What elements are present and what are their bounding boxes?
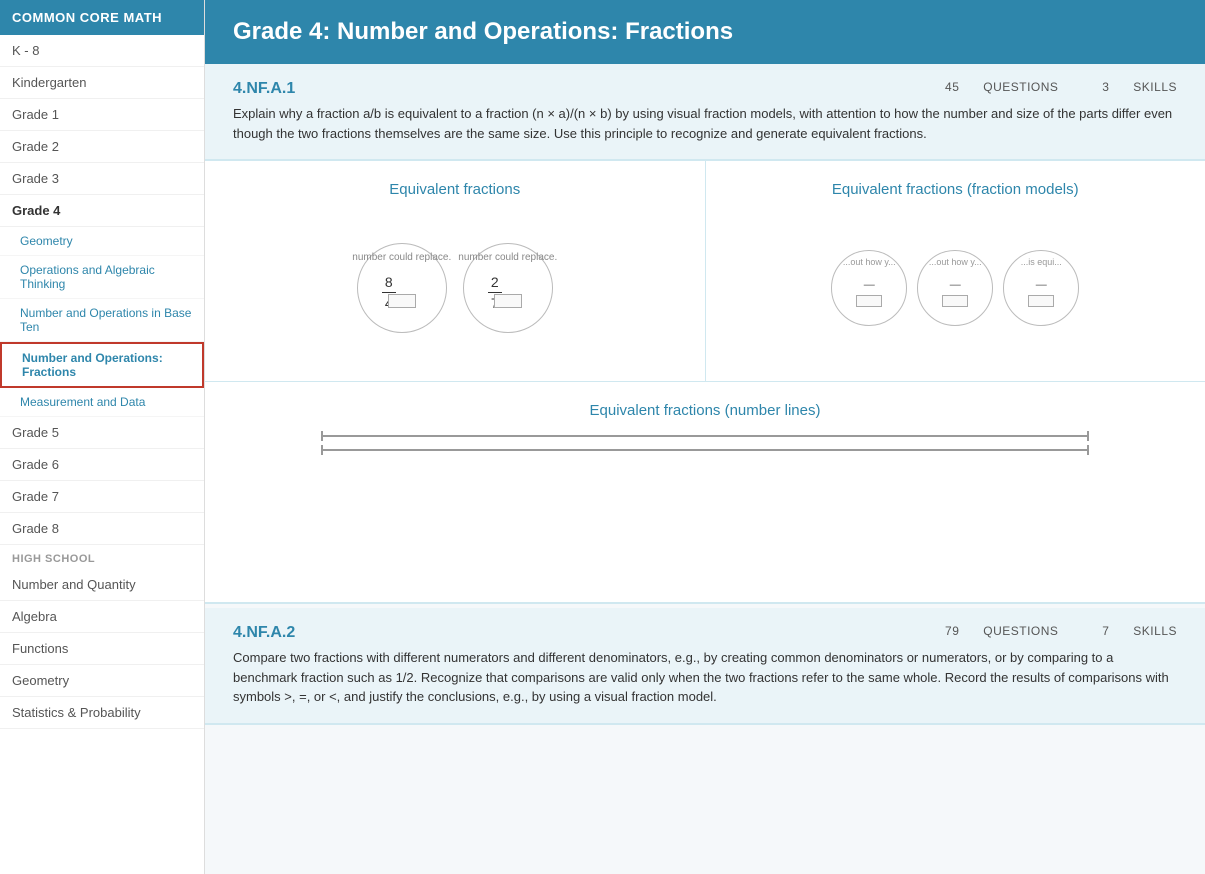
page-header: Grade 4: Number and Operations: Fraction… (205, 0, 1205, 64)
sm-frac2: — (950, 279, 961, 291)
skill-card-eq-fraction-models[interactable]: Equivalent fractions (fraction models) .… (706, 161, 1205, 381)
sm-ans3[interactable] (1028, 295, 1054, 307)
fraction-circle-1: number could replace. 8 4 (357, 243, 447, 333)
sm-frac3: — (1036, 279, 1047, 291)
sidebar-item-grade8[interactable]: Grade 8 (0, 513, 204, 545)
sidebar-item-number-fractions[interactable]: Number and Operations: Fractions (0, 342, 204, 388)
questions-number: 45 (945, 80, 959, 94)
standard-id-4nfa1[interactable]: 4.NF.A.1 45 QUESTIONS 3 SKILLS (233, 80, 1177, 98)
sidebar-item-hs-geometry[interactable]: Geometry (0, 665, 204, 697)
sm-circle-2: ...out how y... — (917, 250, 993, 326)
frac2-line (488, 292, 502, 293)
sidebar-item-grade2[interactable]: Grade 2 (0, 131, 204, 163)
skills-grid-4nfa1: Equivalent fractions number could replac… (205, 161, 1205, 604)
sm-circle2-label: ...out how y... (929, 257, 982, 267)
skills-count: 3 SKILLS (1082, 80, 1177, 94)
sidebar-item-number-quantity[interactable]: Number and Quantity (0, 569, 204, 601)
page-title: Grade 4: Number and Operations: Fraction… (233, 18, 1177, 46)
skill-preview-eq-fractions: number could replace. 8 4 number could r… (357, 214, 553, 361)
skill-card-eq-fractions[interactable]: Equivalent fractions number could replac… (205, 161, 705, 381)
sm-circle1-label: ...out how y... (843, 257, 896, 267)
sidebar-header: COMMON CORE MATH (0, 0, 204, 35)
sm-circle-3: ...is equi... — (1003, 250, 1079, 326)
sidebar-item-grade4[interactable]: Grade 4 (0, 195, 204, 227)
sidebar-item-k8[interactable]: K - 8 (0, 35, 204, 67)
standard-id-4nfa2-text: 4.NF.A.2 (233, 624, 295, 641)
sidebar-item-operations-algebraic[interactable]: Operations and Algebraic Thinking (0, 256, 204, 299)
sm-ans2[interactable] (942, 295, 968, 307)
standard-meta-4nfa1: 45 QUESTIONS 3 SKILLS (905, 80, 1177, 94)
questions-count-2: 79 QUESTIONS (925, 624, 1058, 638)
sidebar-item-number-base-ten[interactable]: Number and Operations in Base Ten (0, 299, 204, 342)
standard-desc-4nfa1: Explain why a fraction a/b is equivalent… (233, 104, 1177, 143)
skill-preview-fraction-models: ...out how y... — ...out how y... — (831, 214, 1079, 361)
skill-title-eq-fraction-models: Equivalent fractions (fraction models) (832, 181, 1079, 198)
standard-id-text: 4.NF.A.1 (233, 80, 295, 97)
sidebar-item-geometry[interactable]: Geometry (0, 227, 204, 256)
sidebar-item-grade5[interactable]: Grade 5 (0, 417, 204, 449)
standard-desc-4nfa2: Compare two fractions with different num… (233, 648, 1177, 707)
circle1-label: number could replace. (352, 252, 451, 263)
sidebar-item-statistics[interactable]: Statistics & Probability (0, 697, 204, 729)
skill-title-eq-fractions: Equivalent fractions (389, 181, 520, 198)
skill-card-eq-number-lines[interactable]: Equivalent fractions (number lines) (205, 382, 1205, 602)
fraction-circle-2: number could replace. 2 7 (463, 243, 553, 333)
questions-label-2: QUESTIONS (983, 624, 1058, 638)
standard-id-4nfa2[interactable]: 4.NF.A.2 79 QUESTIONS 7 SKILLS (233, 624, 1177, 642)
standard-meta-4nfa2: 79 QUESTIONS 7 SKILLS (905, 624, 1177, 638)
questions-count: 45 QUESTIONS (925, 80, 1058, 94)
skills-number-2: 7 (1102, 624, 1109, 638)
skills-label: SKILLS (1133, 80, 1177, 94)
sidebar: COMMON CORE MATH K - 8 Kindergarten Grad… (0, 0, 205, 874)
sidebar-section-highschool: HIGH SCHOOL (0, 545, 204, 569)
number-line-preview (321, 435, 1089, 451)
circle2-label: number could replace. (458, 252, 557, 263)
sm-circle3-label: ...is equi... (1021, 257, 1062, 267)
three-circles: ...out how y... — ...out how y... — (831, 250, 1079, 326)
skill-title-eq-number-lines: Equivalent fractions (number lines) (590, 402, 821, 419)
sidebar-item-grade7[interactable]: Grade 7 (0, 481, 204, 513)
sidebar-item-kindergarten[interactable]: Kindergarten (0, 67, 204, 99)
answer-box-1[interactable] (388, 294, 416, 308)
standard-block-4nfa1: 4.NF.A.1 45 QUESTIONS 3 SKILLS Explain w… (205, 64, 1205, 161)
sidebar-item-grade3[interactable]: Grade 3 (0, 163, 204, 195)
number-line-2 (321, 449, 1089, 451)
sidebar-item-algebra[interactable]: Algebra (0, 601, 204, 633)
frac1-num: 8 (385, 274, 393, 290)
standard-block-4nfa2: 4.NF.A.2 79 QUESTIONS 7 SKILLS Compare t… (205, 608, 1205, 725)
skills-count-2: 7 SKILLS (1082, 624, 1177, 638)
frac1-line (382, 292, 396, 293)
frac2-num: 2 (491, 274, 499, 290)
questions-label: QUESTIONS (983, 80, 1058, 94)
skills-label-2: SKILLS (1133, 624, 1177, 638)
answer-box-2[interactable] (494, 294, 522, 308)
questions-number-2: 79 (945, 624, 959, 638)
main-content: Grade 4: Number and Operations: Fraction… (205, 0, 1205, 874)
sidebar-item-grade6[interactable]: Grade 6 (0, 449, 204, 481)
sidebar-item-grade1[interactable]: Grade 1 (0, 99, 204, 131)
sm-circle-1: ...out how y... — (831, 250, 907, 326)
number-line-1 (321, 435, 1089, 437)
sidebar-item-measurement[interactable]: Measurement and Data (0, 388, 204, 417)
skills-number: 3 (1102, 80, 1109, 94)
sidebar-item-functions[interactable]: Functions (0, 633, 204, 665)
sm-ans1[interactable] (856, 295, 882, 307)
sm-frac1: — (864, 279, 875, 291)
